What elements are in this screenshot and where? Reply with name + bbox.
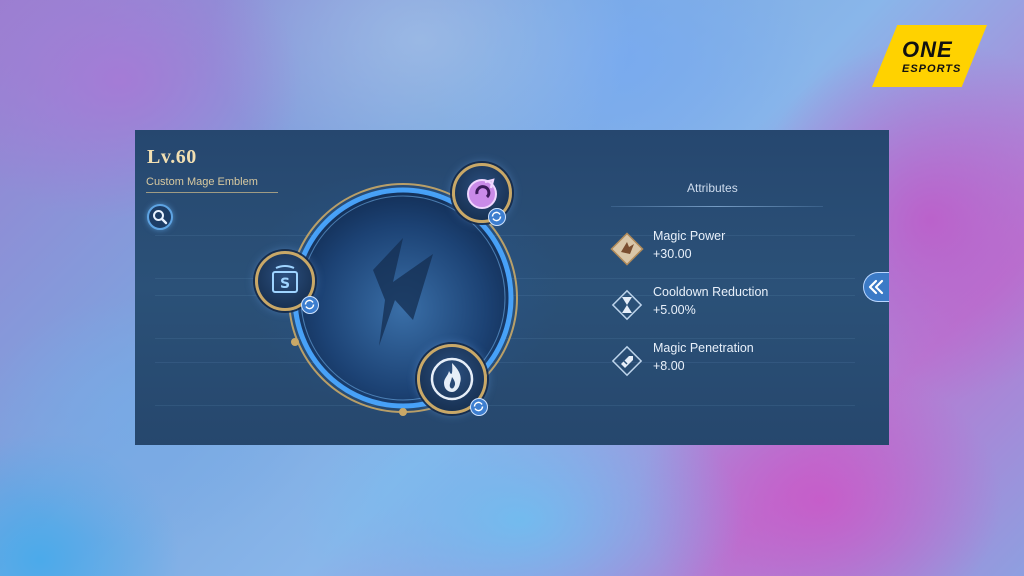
magnifier-icon [153, 210, 168, 225]
hourglass-icon [611, 289, 643, 321]
attribute-row-cooldown-reduction: Cooldown Reduction +5.00% [605, 285, 825, 329]
search-button[interactable] [147, 204, 173, 230]
expand-panel-button[interactable] [863, 272, 889, 302]
magic-power-icon [610, 232, 644, 266]
svg-text:S: S [280, 276, 290, 292]
refresh-icon [491, 211, 502, 222]
attribute-value: +8.00 [653, 359, 685, 373]
attributes-title: Attributes [687, 181, 738, 195]
emblem-panel: Lv.60 Custom Mage Emblem S Attributes Ma… [135, 130, 889, 445]
double-chevron-left-icon [868, 279, 884, 295]
swap-talent-top-button[interactable] [488, 208, 506, 226]
logo-text-esports: ESPORTS [902, 63, 962, 75]
attribute-name: Cooldown Reduction [653, 285, 769, 299]
attribute-name: Magic Power [653, 229, 726, 243]
emblem-level: Lv.60 [147, 146, 197, 168]
one-esports-logo: ONE ESPORTS [872, 25, 987, 87]
attribute-value: +5.00% [653, 303, 696, 317]
emblem-name: Custom Mage Emblem [146, 176, 278, 193]
refresh-icon [304, 299, 315, 310]
attribute-value: +30.00 [653, 247, 692, 261]
attribute-row-magic-penetration: Magic Penetration +8.00 [605, 341, 825, 385]
magic-penetration-icon [611, 345, 643, 377]
logo-text-one: ONE [902, 37, 953, 62]
refresh-icon [473, 401, 484, 412]
attribute-name: Magic Penetration [653, 341, 754, 355]
attribute-row-magic-power: Magic Power +30.00 [605, 229, 825, 273]
attributes-divider [611, 206, 823, 207]
swap-talent-bottom-button[interactable] [470, 398, 488, 416]
swap-talent-left-button[interactable] [301, 296, 319, 314]
